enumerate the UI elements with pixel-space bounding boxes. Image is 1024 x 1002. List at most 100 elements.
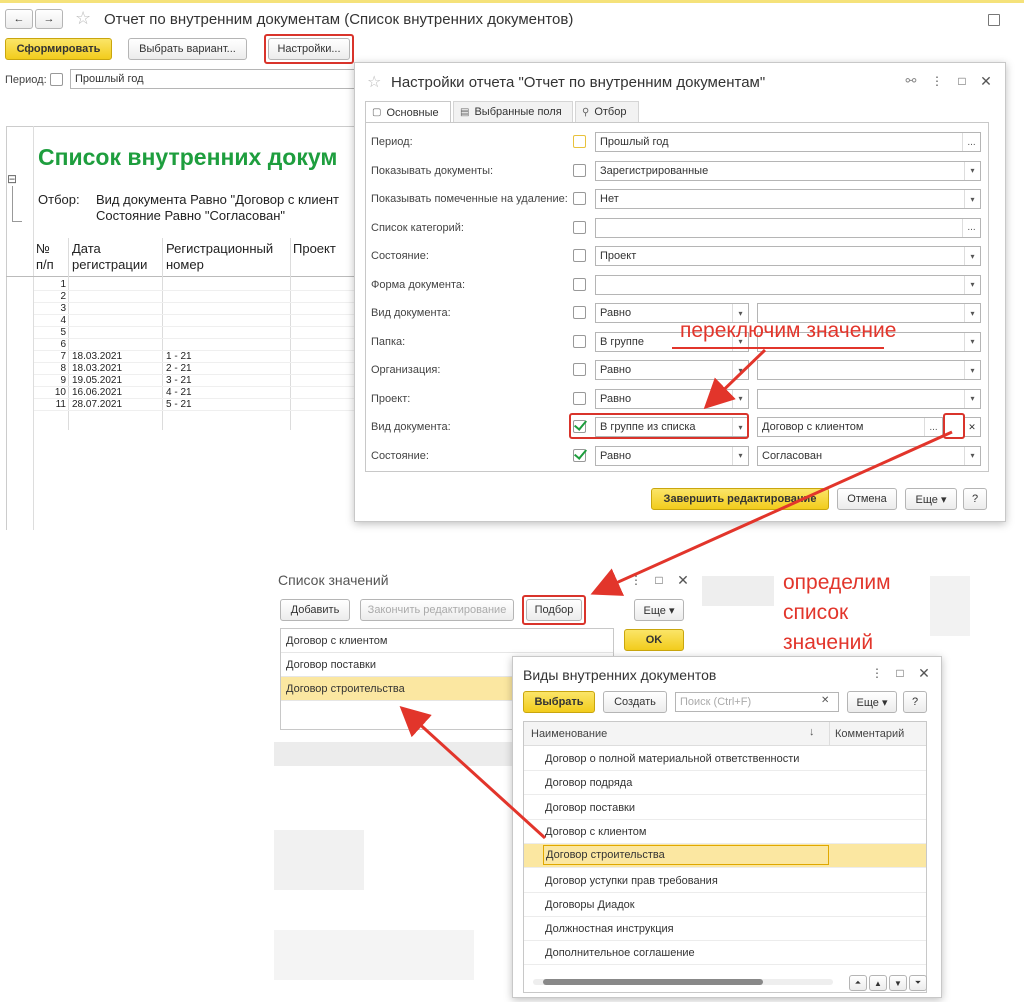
link-icon[interactable]: ⚯ [903, 73, 919, 89]
settings-row-checkbox[interactable] [573, 249, 586, 262]
report-row-divider [34, 338, 356, 339]
settings-row-condition[interactable]: В группе из списка ▾ [595, 417, 749, 437]
settings-row-checkbox[interactable] [573, 135, 586, 148]
settings-row-value-field[interactable]: ▾ [757, 360, 981, 380]
settings-row-checkbox[interactable] [573, 363, 586, 376]
dropdown-arrow-icon[interactable]: ▾ [964, 304, 980, 322]
doc-types-more-button[interactable]: Еще ▾ [847, 691, 897, 713]
settings-star-icon[interactable]: ☆ [367, 72, 381, 92]
settings-row-field[interactable]: ... [595, 217, 981, 238]
report-row-number: 3 [60, 303, 66, 314]
settings-row-condition[interactable]: Равно ▾ [595, 445, 749, 466]
settings-row-field[interactable]: Проект ▾ [595, 246, 981, 266]
report-row-date: 18.03.2021 [72, 363, 123, 374]
save-icon[interactable] [988, 14, 1000, 26]
select-button[interactable]: Выбрать [523, 691, 595, 713]
add-button[interactable]: Добавить [280, 599, 350, 621]
close-icon[interactable]: ✕ [979, 73, 993, 89]
tab-main[interactable]: ▢ Основные [365, 101, 451, 123]
ellipsis-icon[interactable]: ... [962, 218, 980, 237]
value-list-more-button[interactable]: Еще ▾ [634, 599, 684, 621]
report-row-divider [34, 302, 356, 303]
settings-row-condition-value: Равно [600, 449, 632, 462]
scroll-top-button[interactable]: ⏶ [849, 975, 867, 991]
settings-row-checkbox[interactable] [573, 391, 586, 405]
settings-row-value-field[interactable]: Согласован ▾ [757, 445, 981, 466]
settings-row-checkbox[interactable] [573, 420, 586, 433]
settings-row-field[interactable]: Зарегистрированные ▾ [595, 160, 981, 181]
horizontal-scrollbar[interactable] [533, 979, 833, 985]
dropdown-arrow-icon[interactable]: ▾ [964, 332, 980, 351]
scrollbar-thumb[interactable] [543, 979, 763, 985]
finish-editing-button[interactable]: Завершить редактирование [651, 488, 829, 510]
dropdown-arrow-icon[interactable]: ▾ [964, 190, 980, 208]
period-label: Период: [5, 74, 47, 86]
dropdown-arrow-icon[interactable]: ▾ [964, 275, 980, 294]
report-left-gutter [6, 126, 7, 530]
settings-row-checkbox[interactable] [573, 306, 586, 319]
settings-row-checkbox[interactable] [573, 192, 586, 205]
doc-type-name: Договор уступки прав требования [545, 874, 718, 887]
scroll-down-button[interactable]: ▼ [889, 975, 907, 991]
search-input[interactable]: Поиск (Ctrl+F) [675, 692, 839, 712]
dropdown-arrow-icon[interactable]: ▾ [964, 361, 980, 379]
settings-row-checkbox[interactable] [573, 220, 586, 234]
doc-types-maximize-icon[interactable]: □ [893, 665, 907, 681]
pick-button[interactable]: Подбор [526, 599, 582, 621]
tab-selected-fields[interactable]: ▤ Выбранные поля [453, 101, 573, 123]
ellipsis-icon[interactable]: ... [962, 133, 980, 151]
settings-row-value: Прошлый год [600, 136, 669, 148]
settings-row-condition[interactable]: Равно ▾ [595, 360, 749, 380]
back-button[interactable]: ← [5, 9, 33, 29]
doc-types-close-icon[interactable]: ✕ [917, 665, 931, 681]
star-icon[interactable]: ☆ [75, 8, 91, 29]
dropdown-arrow-icon[interactable]: ▾ [964, 161, 980, 180]
value-list-menu-icon[interactable]: ⋮ [630, 572, 642, 588]
help-button[interactable]: ? [963, 488, 987, 510]
dropdown-arrow-icon[interactable]: ▾ [732, 389, 748, 408]
settings-row-field[interactable]: Нет ▾ [595, 189, 981, 209]
search-clear-icon[interactable]: ✕ [821, 695, 829, 706]
value-list-close-icon[interactable]: ✕ [676, 572, 690, 588]
menu-icon[interactable]: ⋮ [931, 73, 943, 89]
col-name-header[interactable]: Наименование [531, 728, 607, 740]
dropdown-arrow-icon[interactable]: ▾ [964, 389, 980, 408]
settings-row-checkbox[interactable] [573, 277, 586, 291]
ellipsis-icon[interactable]: ... [924, 418, 942, 436]
more-button[interactable]: Еще ▾ [905, 488, 957, 510]
clear-value-icon[interactable]: ✕ [963, 417, 981, 437]
create-button[interactable]: Создать [603, 691, 667, 713]
cancel-button[interactable]: Отмена [837, 488, 897, 510]
period-checkbox[interactable] [50, 73, 63, 86]
value-list-item[interactable]: Договор с клиентом [281, 629, 613, 653]
forward-button[interactable]: → [35, 9, 63, 29]
settings-row-checkbox[interactable] [573, 334, 586, 348]
collapse-icon[interactable]: ⊟ [7, 172, 17, 186]
dropdown-arrow-icon[interactable]: ▾ [732, 418, 748, 436]
maximize-icon[interactable]: □ [955, 73, 969, 89]
scroll-up-button[interactable]: ▲ [869, 975, 887, 991]
settings-row-field[interactable]: ▾ [595, 274, 981, 295]
settings-button[interactable]: Настройки... [268, 38, 350, 60]
dropdown-arrow-icon[interactable]: ▾ [732, 361, 748, 379]
ok-button[interactable]: OK [624, 629, 684, 651]
settings-row-value-field[interactable]: Договор с клиентом... [757, 417, 943, 437]
settings-row-checkbox[interactable] [573, 163, 586, 177]
generate-button[interactable]: Сформировать [5, 38, 112, 60]
finish-list-editing-button[interactable]: Закончить редактирование [360, 599, 514, 621]
settings-row-field[interactable]: Прошлый год... [595, 132, 981, 152]
doc-types-menu-icon[interactable]: ⋮ [871, 665, 883, 681]
dropdown-arrow-icon[interactable]: ▾ [732, 446, 748, 465]
tab-filter[interactable]: ⚲ Отбор [575, 101, 639, 123]
settings-row-value-field[interactable]: ▾ [757, 388, 981, 409]
dropdown-arrow-icon[interactable]: ▾ [964, 247, 980, 265]
scroll-bottom-button[interactable]: ⏷ [909, 975, 927, 991]
settings-row-condition[interactable]: Равно ▾ [595, 388, 749, 409]
col-comment-header[interactable]: Комментарий [835, 728, 904, 740]
doc-types-help-button[interactable]: ? [903, 691, 927, 713]
dropdown-arrow-icon[interactable]: ▾ [964, 446, 980, 465]
settings-row-checkbox[interactable] [573, 448, 586, 462]
select-variant-button[interactable]: Выбрать вариант... [128, 38, 247, 60]
value-list-maximize-icon[interactable]: □ [652, 572, 666, 588]
period-field[interactable]: Прошлый год [70, 69, 360, 89]
